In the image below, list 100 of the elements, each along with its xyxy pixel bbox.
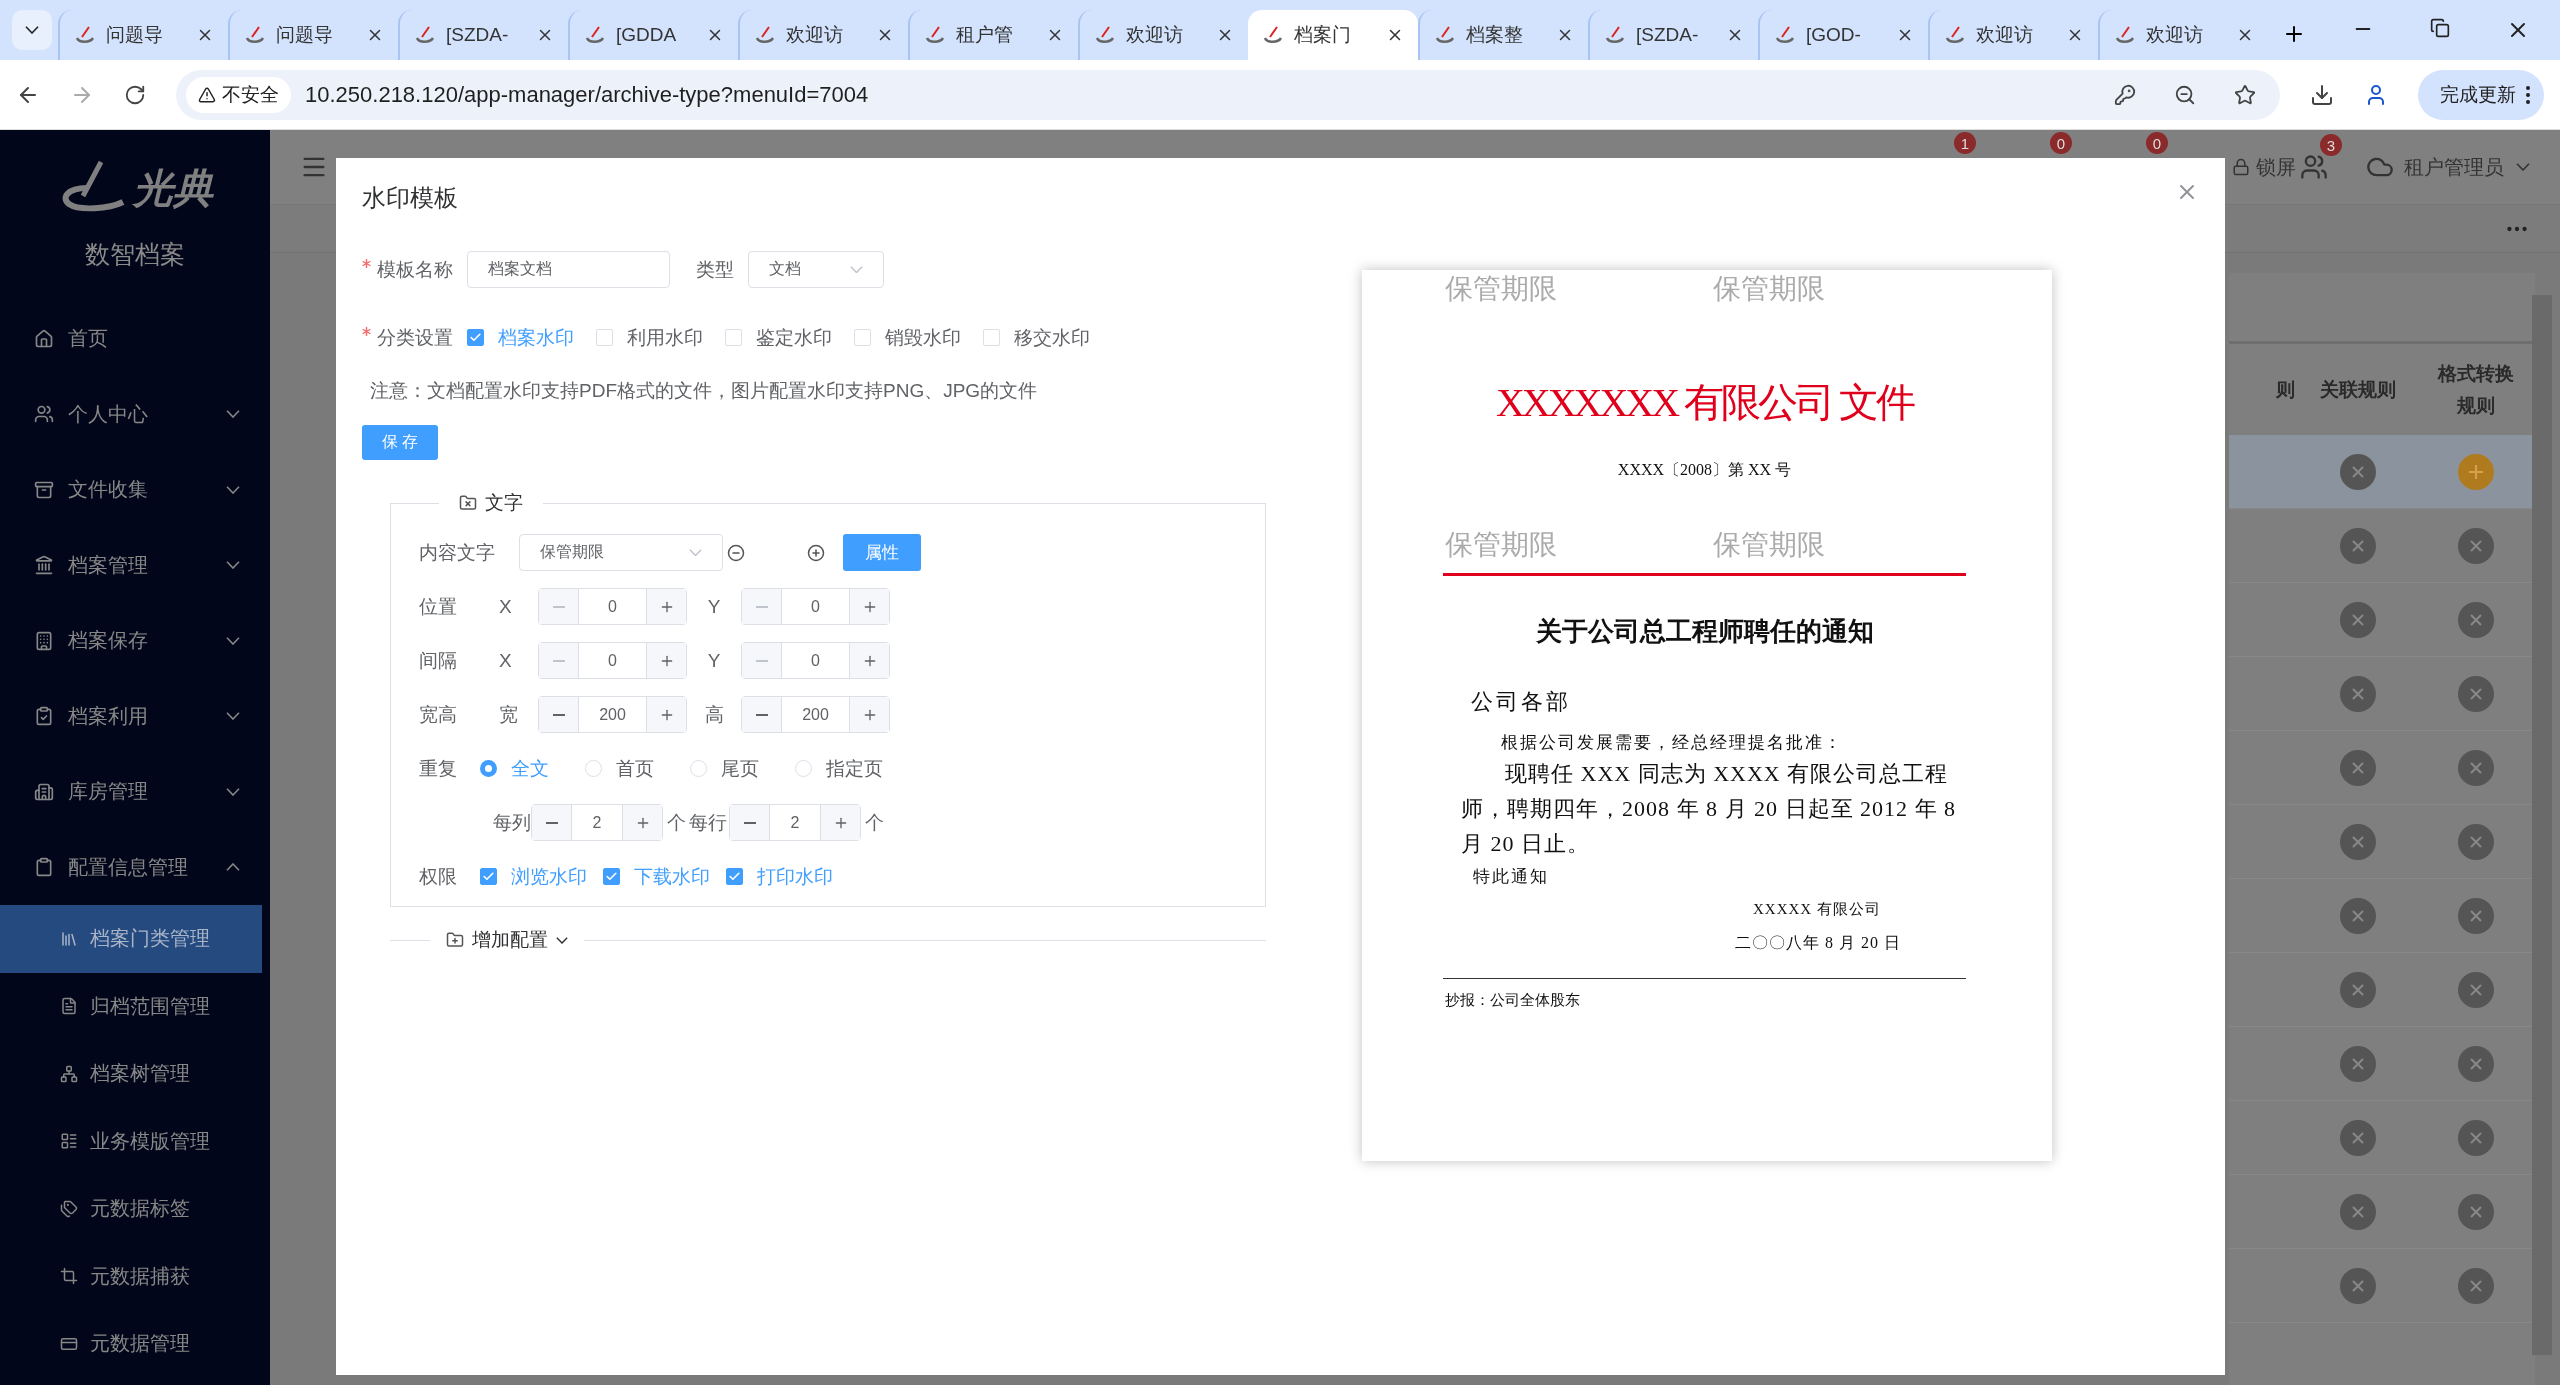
- checkbox-label: 鉴定水印: [756, 325, 832, 350]
- menu-item[interactable]: 个人中心: [0, 376, 270, 452]
- axis-label: X: [499, 649, 513, 672]
- tab-title: 档案门: [1294, 23, 1352, 47]
- document-text: 二〇〇八年 8 月 20 日: [1735, 933, 1902, 953]
- number-stepper[interactable]: 2: [531, 804, 663, 841]
- content-select[interactable]: 保管期限: [519, 534, 723, 571]
- brand-name: 光典: [133, 164, 213, 212]
- security-chip[interactable]: 不安全: [186, 76, 291, 113]
- axis-label: Y: [706, 649, 722, 672]
- axis-label: 高: [703, 702, 725, 727]
- field-label: 每行: [689, 810, 728, 835]
- menu-item[interactable]: 档案利用: [0, 678, 270, 754]
- tab-title: 档案整: [1466, 23, 1524, 47]
- field-label: 间隔: [419, 648, 458, 673]
- submenu-item[interactable]: 元数据捕获: [0, 1242, 262, 1310]
- name-field[interactable]: 档案文档: [467, 251, 670, 288]
- menu-label: 归档范围管理: [90, 993, 210, 1019]
- submenu-item[interactable]: 元数据管理: [0, 1310, 262, 1378]
- document-text: 根据公司发展需要，经总经理提名批准：: [1501, 732, 1844, 754]
- document-number: XXXX〔2008〕第 XX 号: [1616, 460, 1793, 480]
- menu-label: 档案管理: [68, 552, 149, 578]
- field-label: 位置: [419, 594, 458, 619]
- submenu-item[interactable]: 档案树管理: [0, 1040, 262, 1108]
- tab-title: 欢迎访: [786, 23, 844, 47]
- submenu-item[interactable]: 档案门类管理: [0, 905, 262, 973]
- url-text: 10.250.218.120/app-manager/archive-type?menuId=7004: [305, 81, 870, 108]
- tab-title: 问题导: [106, 23, 164, 47]
- checkbox-label: 打印水印: [757, 864, 833, 889]
- tab-title: 欢迎访: [1126, 23, 1184, 47]
- type-select[interactable]: 文档: [748, 251, 884, 288]
- menu-item[interactable]: 档案保存: [0, 603, 270, 679]
- update-button[interactable]: 完成更新: [2418, 69, 2544, 120]
- menu-label: 个人中心: [68, 401, 149, 427]
- stepper-value: 0: [607, 596, 618, 617]
- field-label: 重复: [419, 756, 458, 781]
- watermark-text: 保管期限: [1445, 272, 1557, 306]
- tab-title: 欢迎访: [2146, 23, 2204, 47]
- app-subtitle: 数智档案: [84, 239, 186, 270]
- submenu-item[interactable]: 业务模版管理: [0, 1107, 262, 1175]
- tab-title: [GOD-: [1806, 24, 1862, 46]
- menu-item[interactable]: 配置信息管理: [0, 829, 270, 905]
- address-bar[interactable]: 不安全 10.250.218.120/app-manager/archive-type?menuId=7004: [176, 69, 2280, 120]
- menu-label: 库房管理: [68, 779, 149, 805]
- radio-label: 尾页: [721, 756, 759, 781]
- number-stepper[interactable]: 2: [729, 804, 861, 841]
- lock-label[interactable]: 锁屏: [2256, 153, 2296, 181]
- count-badge: 0: [2146, 132, 2168, 154]
- menu-item[interactable]: 首页: [0, 301, 270, 377]
- menu-label: 首页: [68, 326, 109, 352]
- field-label: 内容文字: [419, 540, 495, 565]
- security-label: 不安全: [222, 82, 279, 107]
- add-config-button[interactable]: 增加配置: [430, 927, 584, 953]
- unit-label: 个: [863, 810, 885, 835]
- menu-item[interactable]: 档案管理: [0, 527, 270, 603]
- checkbox-label: 下载水印: [634, 864, 710, 889]
- stepper-value: 200: [801, 704, 830, 725]
- submenu-item[interactable]: 元数据标签: [0, 1175, 262, 1243]
- document-text: XXXXX 有限公司: [1753, 900, 1882, 919]
- tab-title: 欢迎访: [1976, 23, 2034, 47]
- user-name[interactable]: 租户管理员: [2404, 153, 2504, 181]
- axis-label: X: [499, 595, 513, 618]
- menu-label: 元数据捕获: [90, 1263, 190, 1289]
- stepper-value: 2: [591, 812, 603, 833]
- number-stepper[interactable]: 0: [741, 642, 890, 679]
- section-title: 文字: [485, 491, 523, 515]
- checkbox-label: 销毁水印: [885, 325, 961, 350]
- dialog-title: 水印模板: [362, 183, 459, 213]
- count-badge: 0: [2050, 132, 2072, 154]
- field-label: 分类设置: [377, 325, 453, 350]
- menu-label: 文件收集: [68, 477, 149, 503]
- menu-label: 档案保存: [68, 628, 149, 654]
- column-header: 则: [2275, 377, 2296, 402]
- tab-title: [GDDA: [616, 24, 678, 46]
- menu-item[interactable]: 库房管理: [0, 754, 270, 830]
- number-stepper[interactable]: 200: [741, 696, 890, 733]
- menu-item[interactable]: 文件收集: [0, 452, 270, 528]
- radio-label: 全文: [511, 756, 549, 781]
- column-header: 格式转换规则: [2436, 361, 2515, 418]
- number-stepper[interactable]: 0: [538, 588, 687, 625]
- tab-title: [SZDA-: [446, 24, 510, 46]
- radio-label: 指定页: [826, 756, 883, 781]
- browser-tab[interactable]: 档案门: [1248, 10, 1418, 60]
- document-text: 特此通知: [1473, 866, 1550, 888]
- number-stepper[interactable]: 0: [538, 642, 687, 679]
- document-heading: 关于公司总工程师聘任的通知: [1534, 616, 1875, 648]
- count-badge: 3: [2320, 134, 2342, 156]
- stepper-value: 0: [607, 650, 618, 671]
- unit-label: 个: [665, 810, 687, 835]
- axis-label: Y: [706, 595, 722, 618]
- number-stepper[interactable]: 0: [741, 588, 890, 625]
- menu-label: 档案树管理: [90, 1061, 190, 1087]
- menu-label: 元数据标签: [90, 1196, 190, 1222]
- column-header: 关联规则: [2319, 377, 2397, 402]
- number-stepper[interactable]: 200: [538, 696, 687, 733]
- watermark-text: 保管期限: [1713, 528, 1825, 562]
- submenu-item[interactable]: 归档范围管理: [0, 972, 262, 1040]
- menu-label: 业务模版管理: [90, 1128, 210, 1154]
- watermark-text: 保管期限: [1713, 272, 1825, 306]
- tab-title: 租户管: [956, 23, 1014, 47]
